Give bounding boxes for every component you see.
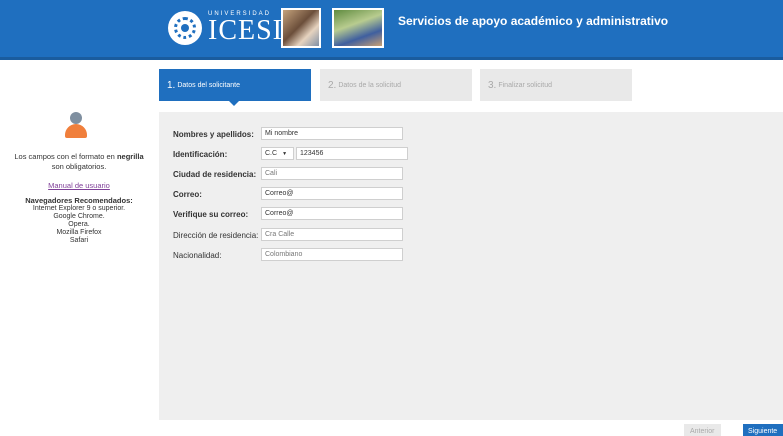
email-confirm-input[interactable]: Correo@ [261,207,403,220]
step-1-label: Datos del solicitante [177,81,240,89]
logo-name-text: ICESI [208,15,283,46]
required-note-bold: negrilla [116,152,144,161]
nationality-input[interactable]: Colombiano [261,248,403,261]
address-label: Dirección de residencia: [173,230,259,240]
city-label: Ciudad de residencia: [173,169,257,179]
name-label: Nombres y apellidos: [173,129,254,139]
next-button[interactable]: Siguiente [743,424,783,436]
form-row-city: Ciudad de residencia: [173,167,259,181]
browser-item: Google Chrome. [53,213,105,220]
name-input[interactable]: Mi nombre [261,127,403,140]
id-number-input[interactable]: 123456 [296,147,408,160]
icesi-logo[interactable]: UNIVERSIDAD ICESI [168,8,283,48]
id-type-value: C.C [265,150,278,157]
step-1-number: 1. [167,79,176,91]
step-3-label: Finalizar solicitud [498,81,553,89]
previous-button[interactable]: Anterior [684,424,721,436]
id-label: Identificación: [173,149,228,159]
id-type-select[interactable]: C.C ▼ [261,147,294,160]
step-2-label: Datos de la solicitud [338,81,401,89]
step-2-number: 2. [328,79,337,91]
header-photo-students [281,8,321,48]
browser-item: Mozilla Firefox [56,229,102,236]
required-fields-note: Los campos con el formato en negrilla so… [0,152,158,172]
step-3-tab[interactable]: 3. Finalizar solicitud [480,69,632,101]
form-row-email: Correo: [173,187,259,201]
browser-item: Opera. [68,221,90,228]
form-row-email-confirm: Verifique su correo: [173,207,259,221]
form-row-address: Dirección de residencia: [173,228,259,242]
required-note-suffix: son obligatorios. [51,162,107,171]
browser-item: Internet Explorer 9 o superior. [32,205,126,212]
logo-text: UNIVERSIDAD ICESI [208,11,283,45]
city-input[interactable]: Cali [261,167,403,180]
user-manual-link[interactable]: Manual de usuario [0,181,158,190]
step-3-number: 3. [488,79,497,91]
email-label: Correo: [173,189,202,199]
address-input[interactable]: Cra Calle [261,228,403,241]
recommended-browsers: Navegadores Recomendados: Internet Explo… [0,197,158,245]
browsers-title: Navegadores Recomendados: [25,196,133,205]
browser-item: Safari [69,237,89,244]
form-row-id: Identificación: [173,147,259,161]
step-2-tab[interactable]: 2. Datos de la solicitud [320,69,472,101]
form-row-nationality: Nacionalidad: [173,248,259,262]
page-title: Servicios de apoyo académico y administr… [398,14,669,28]
nationality-label: Nacionalidad: [173,250,222,260]
avatar-body [65,124,87,138]
header-bar: UNIVERSIDAD ICESI Servicios de apoyo aca… [0,0,783,57]
user-avatar-icon [65,112,87,138]
header-divider [0,57,783,60]
step-1-tab[interactable]: 1. Datos del solicitante [159,69,311,106]
header-photo-campus [332,8,384,48]
form-row-name: Nombres y apellidos: [173,127,259,141]
email-input[interactable]: Correo@ [261,187,403,200]
university-seal-icon [168,11,202,45]
required-note-prefix: Los campos con el formato en [14,152,117,161]
email-confirm-label: Verifique su correo: [173,209,249,219]
avatar-head [70,112,82,124]
page: UNIVERSIDAD ICESI Servicios de apoyo aca… [0,0,783,436]
chevron-down-icon: ▼ [282,150,288,157]
